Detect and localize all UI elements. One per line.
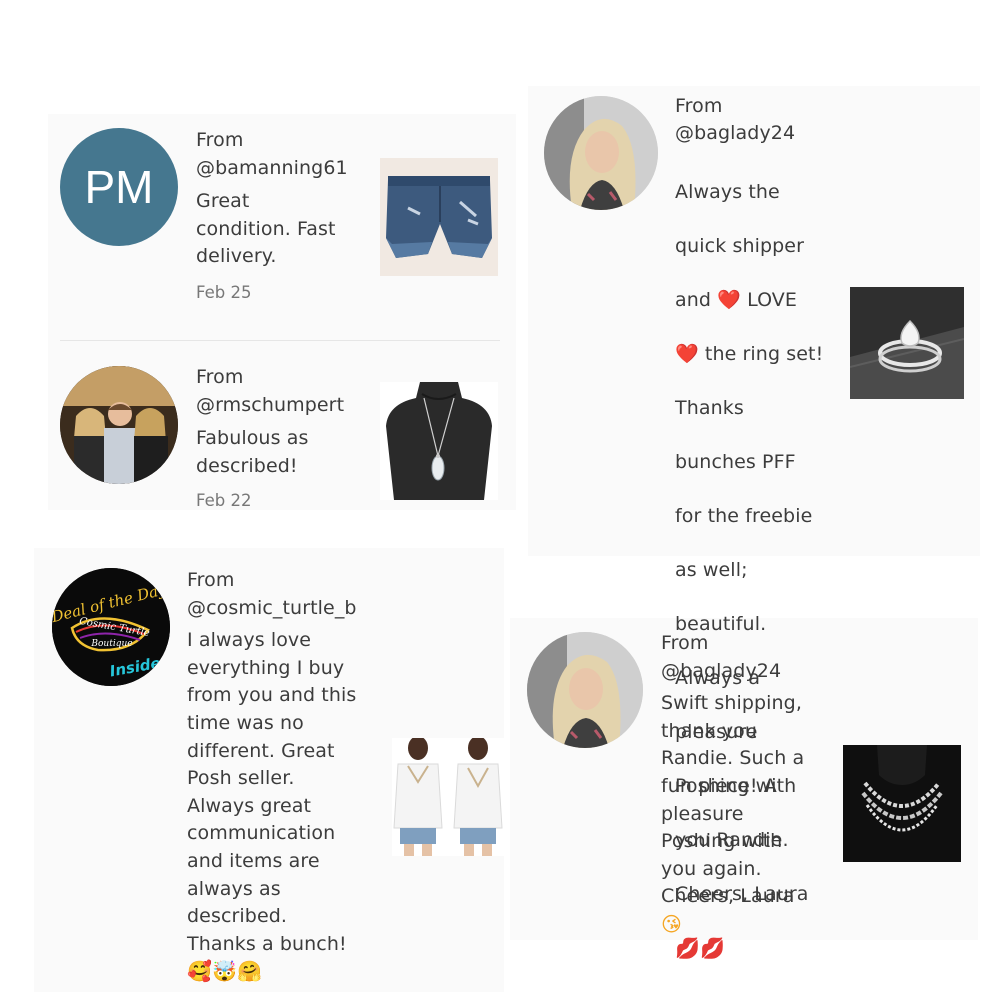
avatar-baglady24[interactable] [527, 632, 643, 748]
avatar-baglady24[interactable] [544, 96, 658, 210]
user-handle[interactable]: @cosmic_turtle_b [187, 595, 382, 623]
from-label: From [196, 366, 244, 388]
avatar-rmschumpert[interactable] [60, 366, 178, 484]
from-label: From [675, 95, 723, 117]
user-handle[interactable]: @bamanning61 [196, 155, 376, 183]
comment-line: ❤️ the ring set! [675, 343, 824, 365]
kiss-mark-emojis: 💋💋 [675, 936, 726, 960]
comment-line: quick shipper [675, 235, 805, 257]
review-date: Feb 25 [196, 283, 252, 302]
comment-line: bunches PFF [675, 451, 796, 473]
ring-set-icon[interactable] [850, 287, 964, 399]
kiss-emoji: 😘 [661, 911, 682, 936]
review-comment: Great condition. Fast delivery. [196, 190, 336, 268]
review-comment: Fabulous as described! [196, 427, 309, 477]
comment-line: and ❤️ LOVE [675, 289, 798, 311]
avatar-bamanning61[interactable]: PM [60, 128, 178, 246]
user-handle[interactable]: @baglady24 [661, 658, 831, 686]
review-comment: Swift shipping, thank you Randie. Such a… [661, 692, 805, 908]
review-comment: I always love everything I buy from you … [187, 629, 357, 955]
user-handle[interactable]: @rmschumpert [196, 392, 376, 420]
review-text-baglady24-necklace: From @baglady24 Swift shipping, thank yo… [661, 630, 831, 937]
avatar-cosmic-turtle-b[interactable]: Deal of the Day Cosmic Turtle Boutique I… [52, 568, 170, 686]
review-text-rmschumpert: From @rmschumpert Fabulous as described! [196, 364, 376, 480]
review-divider [60, 340, 500, 341]
user-handle[interactable]: @baglady24 [675, 120, 845, 147]
avatar-initials: PM [85, 161, 154, 213]
from-label: From [661, 632, 709, 654]
comment-line: Thanks [675, 397, 744, 419]
comment-line: as well; [675, 559, 748, 581]
review-text-cosmic-turtle-b: From @cosmic_turtle_b I always love ever… [187, 567, 382, 984]
from-label: From [196, 129, 244, 151]
chain-necklace-icon[interactable] [843, 745, 961, 862]
svg-text:Boutique: Boutique [90, 639, 132, 649]
review-text-bamanning61: From @bamanning61 Great condition. Fast … [196, 127, 376, 271]
svg-text:PM: PM [85, 161, 154, 213]
comment-line: Always the [675, 181, 780, 203]
reaction-emojis: 🥰🤯🤗 [187, 959, 263, 984]
pendant-necklace-icon[interactable] [380, 382, 498, 500]
white-blouse-icon[interactable] [392, 738, 504, 856]
comment-line: for the freebie [675, 505, 813, 527]
from-label: From [187, 569, 235, 591]
review-date: Feb 22 [196, 491, 252, 510]
denim-shorts-icon[interactable] [380, 158, 498, 276]
